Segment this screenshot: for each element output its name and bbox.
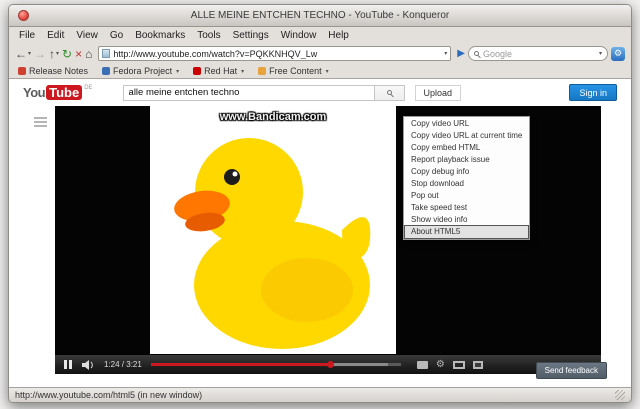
menu-view[interactable]: View [70,30,104,41]
context-menu-item[interactable]: Show video info [405,214,528,226]
menu-tools[interactable]: Tools [191,30,226,41]
search-icon [386,90,392,95]
played-bar [150,361,334,368]
status-text: http://www.youtube.com/html5 (in new win… [15,390,203,400]
yt-search-input[interactable] [122,84,375,101]
video-player[interactable]: www.Bandicam.com 1:24 / 3:21 ⚙ Copy vide… [55,106,601,374]
forward-button[interactable]: → [34,48,46,60]
bookmark-free-content[interactable]: Free Content ▾ [258,66,329,76]
yt-search-button[interactable] [374,84,405,101]
url-dropdown-icon[interactable]: ▾ [444,50,447,57]
stop-button[interactable]: × [75,48,82,60]
cc-icon[interactable] [416,360,428,369]
pause-button[interactable] [64,360,72,369]
back-button[interactable]: ← ▾ [15,48,31,60]
home-icon: ⌂ [85,46,93,61]
chevron-down-icon: ▾ [56,50,60,57]
menu-file[interactable]: File [13,30,41,41]
bookmark-red-hat[interactable]: Red Hat ▾ [193,66,244,76]
menu-go[interactable]: Go [104,30,129,41]
fedora-icon [102,67,111,75]
menu-bookmarks[interactable]: Bookmarks [129,30,191,41]
progress-bar[interactable] [150,361,401,368]
reload-button[interactable]: ↻ [62,48,72,60]
theater-mode-icon[interactable] [452,360,465,369]
menu-settings[interactable]: Settings [227,30,275,41]
menu-edit[interactable]: Edit [41,30,70,41]
bookmark-release-notes[interactable]: Release Notes [18,66,88,76]
url-input[interactable] [113,48,441,59]
bookmarks-bar: Release Notes Fedora Project ▾ Red Hat ▾ F… [9,64,631,79]
guide-menu-icon[interactable] [34,117,47,127]
video-surface[interactable] [150,106,396,374]
yt-search-form [122,84,405,101]
logo-tube: Tube [46,85,83,100]
home-button[interactable]: ⌂ [85,48,92,60]
context-menu-item[interactable]: Copy embed HTML [405,142,528,154]
page-icon [102,49,111,58]
reload-icon: ↻ [62,46,73,61]
websearch-box[interactable]: ▾ [468,46,608,61]
context-menu-item[interactable]: Copy debug info [405,166,528,178]
up-icon: ↑ [49,46,56,61]
titlebar: ALLE MEINE ENTCHEN TECHNO - YouTube - Ko… [9,5,631,27]
release-notes-icon [18,67,26,75]
statusbar: http://www.youtube.com/html5 (in new win… [9,387,631,402]
chevron-down-icon: ▾ [325,68,329,75]
context-menu-item[interactable]: Stop download [405,178,528,190]
watermark-text: www.Bandicam.com [219,111,327,123]
toolbar: ←▾ → ↑▾ ↻ × ⌂ ▾ ▶ ▾ ⚙ [9,43,631,64]
fullscreen-icon[interactable] [472,360,483,369]
free-content-icon [258,67,267,75]
window-title: ALLE MEINE ENTCHEN TECHNO - YouTube - Ko… [190,10,450,21]
menu-window[interactable]: Window [275,30,323,41]
context-menu-item-about-html5[interactable]: About HTML5 [403,225,530,239]
kde-gear-icon[interactable]: ⚙ [611,46,625,61]
websearch-input[interactable] [483,48,594,59]
up-button[interactable]: ↑ ▾ [49,48,59,60]
search-dropdown-icon[interactable]: ▾ [599,50,602,57]
chevron-down-icon: ▾ [241,68,245,75]
settings-gear-icon[interactable]: ⚙ [436,359,445,370]
back-icon: ← [15,46,27,61]
volume-icon[interactable] [82,359,96,370]
bookmark-fedora-project[interactable]: Fedora Project ▾ [102,66,179,76]
chevron-down-icon: ▾ [176,68,180,75]
close-button[interactable] [18,10,29,21]
sign-in-button[interactable]: Sign in [569,84,617,101]
resize-grip[interactable] [615,390,625,400]
menu-help[interactable]: Help [322,30,355,41]
send-feedback-button[interactable]: Send feedback [535,362,607,379]
red-hat-icon [193,67,202,75]
context-menu-item[interactable]: Take speed test [405,202,528,214]
go-icon: ▶ [457,47,465,59]
youtube-logo[interactable]: You Tube DE [23,85,93,100]
context-menu-item[interactable]: Report playback issue [405,154,528,166]
stop-icon: × [75,46,83,61]
konqueror-window: ALLE MEINE ENTCHEN TECHNO - YouTube - Ko… [8,4,632,403]
context-menu-item[interactable]: Pop out [405,190,528,202]
menubar: File Edit View Go Bookmarks Tools Settin… [9,27,631,43]
go-button[interactable]: ▶ [457,47,465,59]
logo-region: DE [84,85,93,91]
player-controls: 1:24 / 3:21 ⚙ [55,354,601,374]
upload-button[interactable]: Upload [414,84,462,101]
context-menu-item[interactable]: Copy video URL [405,118,528,130]
browser-viewport: YouTubeDE Upload Sign in [9,79,631,387]
search-icon [474,51,479,56]
logo-you: You [23,85,46,100]
forward-icon: → [34,46,47,61]
context-menu: Copy video URL Copy video URL at current… [403,116,531,240]
rubber-duck-image [174,138,371,349]
context-menu-item[interactable]: Copy video URL at current time [405,130,528,142]
chevron-down-icon: ▾ [28,50,32,57]
youtube-header: YouTubeDE Upload Sign in [9,79,631,106]
url-bar[interactable]: ▾ [98,46,452,61]
time-display: 1:24 / 3:21 [104,360,142,369]
